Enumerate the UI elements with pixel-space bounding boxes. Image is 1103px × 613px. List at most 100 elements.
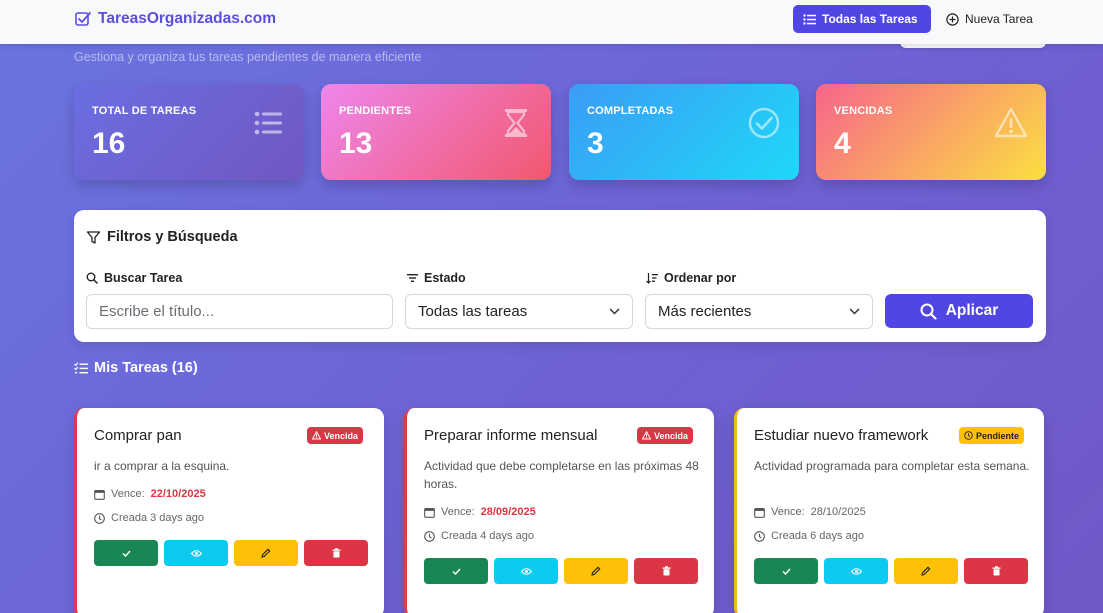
view-button[interactable] (164, 540, 228, 566)
search-label-text: Buscar Tarea (104, 271, 183, 285)
view-button[interactable] (824, 558, 888, 584)
calendar-icon (424, 507, 435, 518)
new-task-label: Nueva Tarea (965, 12, 1033, 26)
search-icon (920, 303, 937, 320)
eye-icon (190, 549, 202, 557)
all-tasks-label: Todas las Tareas (822, 12, 918, 26)
page-subtitle: Gestiona y organiza tus tareas pendiente… (74, 50, 422, 64)
stat-label: TOTAL DE TAREAS (92, 105, 197, 117)
task-title: Estudiar nuevo framework (754, 427, 929, 444)
stat-card-pending: PENDIENTES 13 (321, 84, 551, 180)
task-card: Comprar pan Vencida ir a comprar a la es… (74, 408, 384, 613)
sort-label-text: Ordenar por (664, 271, 737, 285)
task-actions (754, 558, 1028, 584)
stat-value: 16 (92, 127, 126, 160)
chevron-down-icon (609, 308, 620, 315)
filters-panel: Filtros y Búsqueda Buscar Tarea Estado T… (74, 210, 1046, 342)
warning-icon (642, 431, 651, 440)
checklist-icon (74, 362, 88, 374)
due-date: 28/10/2025 (810, 506, 866, 518)
pencil-icon (921, 566, 931, 576)
task-actions (94, 540, 368, 566)
status-label-text: Estado (424, 271, 466, 285)
check-icon (782, 568, 791, 575)
trash-icon (662, 566, 670, 576)
task-description: Actividad que debe completarse en las pr… (424, 459, 699, 491)
calendar-icon (754, 507, 765, 518)
task-created: Creada 6 days ago (754, 530, 864, 542)
pencil-icon (591, 566, 601, 576)
stat-label: PENDIENTES (339, 105, 412, 117)
status-badge: Vencida (637, 427, 694, 444)
stat-value: 3 (587, 127, 604, 160)
status-badge-text: Vencida (654, 430, 689, 441)
list-icon (254, 111, 282, 135)
due-label: Vence: (111, 488, 145, 500)
tasks-section-title: Mis Tareas (16) (74, 360, 198, 376)
search-input[interactable] (86, 294, 393, 329)
clock-icon (94, 512, 105, 524)
status-badge-text: Vencida (324, 430, 359, 441)
warning-icon (312, 431, 321, 440)
sort-select-value: Más recientes (658, 303, 752, 320)
all-tasks-button[interactable]: Todas las Tareas (793, 5, 931, 33)
funnel-icon (86, 230, 101, 244)
warning-icon (994, 107, 1028, 138)
edit-button[interactable] (564, 558, 628, 584)
edit-button[interactable] (894, 558, 958, 584)
checkbox-icon (75, 12, 91, 26)
task-description: Actividad programada para completar esta… (754, 459, 1030, 473)
check-icon (122, 550, 131, 557)
apply-label: Aplicar (945, 302, 999, 319)
view-button[interactable] (494, 558, 558, 584)
new-task-button[interactable]: Nueva Tarea (936, 5, 1046, 33)
status-badge-text: Pendiente (976, 430, 1020, 441)
delete-button[interactable] (634, 558, 698, 584)
search-label: Buscar Tarea (86, 271, 182, 285)
due-label: Vence: (771, 506, 805, 518)
trash-icon (332, 548, 340, 558)
apply-button[interactable]: Aplicar (885, 294, 1033, 328)
edit-button[interactable] (234, 540, 298, 566)
stat-card-completed: COMPLETADAS 3 (569, 84, 799, 180)
search-icon (86, 272, 98, 284)
eye-icon (520, 567, 532, 575)
list-icon (803, 13, 816, 25)
created-text: Creada 4 days ago (441, 530, 534, 542)
complete-button[interactable] (94, 540, 158, 566)
task-due: Vence: 22/10/2025 (94, 488, 206, 500)
status-badge: Vencida (307, 427, 364, 444)
trash-icon (992, 566, 1000, 576)
task-card: Preparar informe mensual Vencida Activid… (404, 408, 714, 613)
stat-label: COMPLETADAS (587, 105, 674, 117)
task-created: Creada 4 days ago (424, 530, 534, 542)
status-badge: Pendiente (959, 427, 1025, 444)
task-due: Vence: 28/09/2025 (424, 506, 536, 518)
brand-link[interactable]: TareasOrganizadas.com (74, 10, 276, 28)
complete-button[interactable] (424, 558, 488, 584)
task-created: Creada 3 days ago (94, 512, 204, 524)
pencil-icon (261, 548, 271, 558)
complete-button[interactable] (754, 558, 818, 584)
stat-value: 4 (834, 127, 851, 160)
due-label: Vence: (441, 506, 475, 518)
sort-select[interactable]: Más recientes (645, 294, 873, 329)
due-date: 28/09/2025 (480, 506, 536, 518)
created-text: Creada 3 days ago (111, 512, 204, 524)
status-select[interactable]: Todas las tareas (405, 294, 633, 329)
top-navbar: TareasOrganizadas.com Todas las Tareas N… (0, 0, 1103, 44)
brand-name: TareasOrganizadas.com (98, 10, 277, 27)
plus-circle-icon (946, 12, 959, 26)
delete-button[interactable] (964, 558, 1028, 584)
created-text: Creada 6 days ago (771, 530, 864, 542)
clock-icon (424, 530, 435, 542)
filters-title-text: Filtros y Búsqueda (107, 229, 238, 245)
stat-value: 13 (339, 127, 373, 160)
status-label: Estado (407, 271, 466, 285)
filters-title: Filtros y Búsqueda (86, 229, 238, 245)
delete-button[interactable] (304, 540, 368, 566)
tasks-section-title-text: Mis Tareas (16) (94, 360, 198, 376)
task-due: Vence: 28/10/2025 (754, 506, 866, 518)
eye-icon (850, 567, 862, 575)
clock-icon (964, 431, 973, 440)
